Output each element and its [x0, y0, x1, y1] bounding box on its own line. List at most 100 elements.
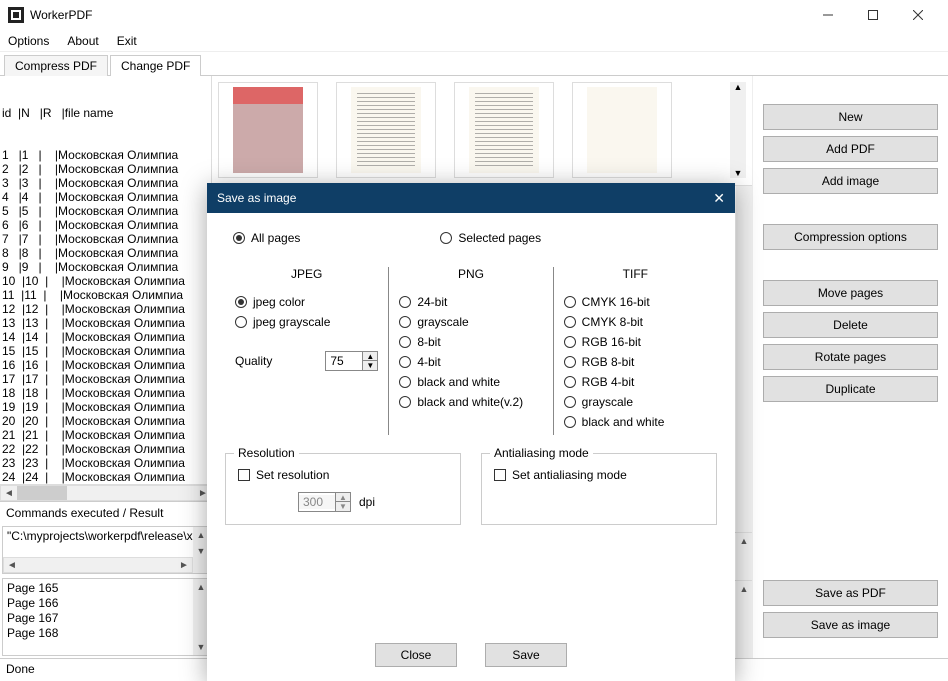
radio-tiff-rgb16[interactable]: RGB 16-bit	[564, 335, 707, 349]
delete-button[interactable]: Delete	[763, 312, 938, 338]
new-button[interactable]: New	[763, 104, 938, 130]
radio-tiff-bw[interactable]: black and white	[564, 415, 707, 429]
radio-tiff-grayscale[interactable]: grayscale	[564, 395, 707, 409]
file-list-row[interactable]: 23 |23 | |Московская Олимпиа	[2, 456, 209, 470]
page-thumbnail[interactable]	[218, 82, 318, 178]
result-line: Page 168	[7, 626, 205, 641]
dialog-title: Save as image	[217, 191, 296, 205]
radio-png-bw[interactable]: black and white	[399, 375, 542, 389]
radio-tiff-rgb8[interactable]: RGB 8-bit	[564, 355, 707, 369]
file-list-hscroll[interactable]: ◄ ►	[0, 485, 212, 501]
dialog-close-button[interactable]: Close	[375, 643, 457, 667]
radio-png-4bit[interactable]: 4-bit	[399, 355, 542, 369]
quality-label: Quality	[235, 354, 272, 368]
save-as-pdf-button[interactable]: Save as PDF	[763, 580, 938, 606]
file-list-row[interactable]: 2 |2 | |Московская Олимпиа	[2, 162, 209, 176]
page-thumbnail[interactable]	[336, 82, 436, 178]
file-list-row[interactable]: 15 |15 | |Московская Олимпиа	[2, 344, 209, 358]
dialog-save-button[interactable]: Save	[485, 643, 567, 667]
file-list-row[interactable]: 1 |1 | |Московская Олимпиа	[2, 148, 209, 162]
check-set-resolution[interactable]: Set resolution	[238, 468, 448, 482]
dialog-close-icon[interactable]: ✕	[713, 190, 725, 207]
file-list-row[interactable]: 17 |17 | |Московская Олимпиа	[2, 372, 209, 386]
file-list-row[interactable]: 21 |21 | |Московская Олимпиа	[2, 428, 209, 442]
tiff-header: TIFF	[564, 267, 707, 281]
file-list-row[interactable]: 13 |13 | |Московская Олимпиа	[2, 316, 209, 330]
jpeg-header: JPEG	[235, 267, 378, 281]
status-text: Done	[6, 662, 35, 676]
file-list-row[interactable]: 20 |20 | |Московская Олимпиа	[2, 414, 209, 428]
file-list-row[interactable]: 7 |7 | |Московская Олимпиа	[2, 232, 209, 246]
png-header: PNG	[399, 267, 542, 281]
radio-tiff-rgb4[interactable]: RGB 4-bit	[564, 375, 707, 389]
tab-compress-pdf[interactable]: Compress PDF	[4, 55, 108, 76]
file-list-row[interactable]: 11 |11 | |Московская Олимпиа	[2, 288, 209, 302]
antialiasing-group: Antialiasing mode Set antialiasing mode	[481, 453, 717, 525]
file-list-row[interactable]: 16 |16 | |Московская Олимпиа	[2, 358, 209, 372]
mid-cmd-vscroll[interactable]: ▲	[736, 533, 752, 580]
chevron-up-icon[interactable]: ▲	[363, 352, 377, 361]
file-list-row[interactable]: 4 |4 | |Московская Олимпиа	[2, 190, 209, 204]
radio-jpeg-color[interactable]: jpeg color	[235, 295, 378, 309]
file-list[interactable]: id |N |R |file name 1 |1 | |Московская О…	[0, 76, 212, 485]
dialog-titlebar[interactable]: Save as image ✕	[207, 183, 735, 213]
radio-jpeg-grayscale[interactable]: jpeg grayscale	[235, 315, 378, 329]
radio-png-24bit[interactable]: 24-bit	[399, 295, 542, 309]
save-as-image-button[interactable]: Save as image	[763, 612, 938, 638]
result-line: Page 166	[7, 596, 205, 611]
minimize-button[interactable]	[805, 0, 850, 30]
chevron-left-icon[interactable]: ◄	[1, 486, 17, 500]
radio-png-bw-v2[interactable]: black and white(v.2)	[399, 395, 542, 409]
chevron-down-icon[interactable]: ▼	[363, 361, 377, 370]
duplicate-button[interactable]: Duplicate	[763, 376, 938, 402]
mid-result-vscroll[interactable]: ▲	[736, 581, 752, 658]
resolution-input	[299, 495, 335, 509]
file-list-row[interactable]: 24 |24 | |Московская Олимпиа	[2, 470, 209, 484]
check-set-antialiasing[interactable]: Set antialiasing mode	[494, 468, 704, 482]
file-list-row[interactable]: 5 |5 | |Московская Олимпиа	[2, 204, 209, 218]
radio-tiff-cmyk16[interactable]: CMYK 16-bit	[564, 295, 707, 309]
file-list-row[interactable]: 10 |10 | |Московская Олимпиа	[2, 274, 209, 288]
file-list-row[interactable]: 19 |19 | |Московская Олимпиа	[2, 400, 209, 414]
thumbnails-vscroll[interactable]: ▲▼	[730, 82, 746, 178]
app-icon	[8, 7, 24, 23]
tabstrip: Compress PDF Change PDF	[0, 52, 948, 76]
menu-about[interactable]: About	[67, 34, 98, 48]
file-list-row[interactable]: 12 |12 | |Московская Олимпиа	[2, 302, 209, 316]
chevron-up-icon: ▲	[336, 493, 350, 502]
scrollbar-thumb[interactable]	[17, 486, 67, 500]
commands-box[interactable]: "C:\myprojects\workerpdf\release\x8 ▲▼ ◄…	[2, 526, 210, 574]
preview-vscroll[interactable]	[736, 186, 752, 532]
resolution-group: Resolution Set resolution ▲▼ dpi	[225, 453, 461, 525]
radio-tiff-cmyk8[interactable]: CMYK 8-bit	[564, 315, 707, 329]
add-pdf-button[interactable]: Add PDF	[763, 136, 938, 162]
compression-options-button[interactable]: Compression options	[763, 224, 938, 250]
radio-all-pages[interactable]: All pages	[233, 231, 300, 245]
radio-png-8bit[interactable]: 8-bit	[399, 335, 542, 349]
maximize-button[interactable]	[850, 0, 895, 30]
file-list-row[interactable]: 9 |9 | |Московская Олимпиа	[2, 260, 209, 274]
page-thumbnail[interactable]	[454, 82, 554, 178]
add-image-button[interactable]: Add image	[763, 168, 938, 194]
file-list-row[interactable]: 22 |22 | |Московская Олимпиа	[2, 442, 209, 456]
close-button[interactable]	[895, 0, 940, 30]
page-thumbnail[interactable]	[572, 82, 672, 178]
rotate-pages-button[interactable]: Rotate pages	[763, 344, 938, 370]
file-list-row[interactable]: 8 |8 | |Московская Олимпиа	[2, 246, 209, 260]
menu-options[interactable]: Options	[8, 34, 49, 48]
radio-png-grayscale[interactable]: grayscale	[399, 315, 542, 329]
file-list-row[interactable]: 6 |6 | |Московская Олимпиа	[2, 218, 209, 232]
radio-selected-pages[interactable]: Selected pages	[440, 231, 541, 245]
file-list-row[interactable]: 18 |18 | |Московская Олимпиа	[2, 386, 209, 400]
move-pages-button[interactable]: Move pages	[763, 280, 938, 306]
commands-hscroll[interactable]: ◄►	[3, 557, 193, 573]
window-title: WorkerPDF	[30, 8, 805, 22]
menu-exit[interactable]: Exit	[117, 34, 137, 48]
quality-spinner[interactable]: ▲▼	[325, 351, 378, 371]
file-list-row[interactable]: 3 |3 | |Московская Олимпиа	[2, 176, 209, 190]
quality-input[interactable]	[326, 354, 362, 368]
commands-text: "C:\myprojects\workerpdf\release\x8	[3, 527, 209, 545]
file-list-row[interactable]: 14 |14 | |Московская Олимпиа	[2, 330, 209, 344]
tab-change-pdf[interactable]: Change PDF	[110, 55, 201, 76]
result-box[interactable]: Page 165Page 166Page 167Page 168 ▲▼	[2, 578, 210, 656]
